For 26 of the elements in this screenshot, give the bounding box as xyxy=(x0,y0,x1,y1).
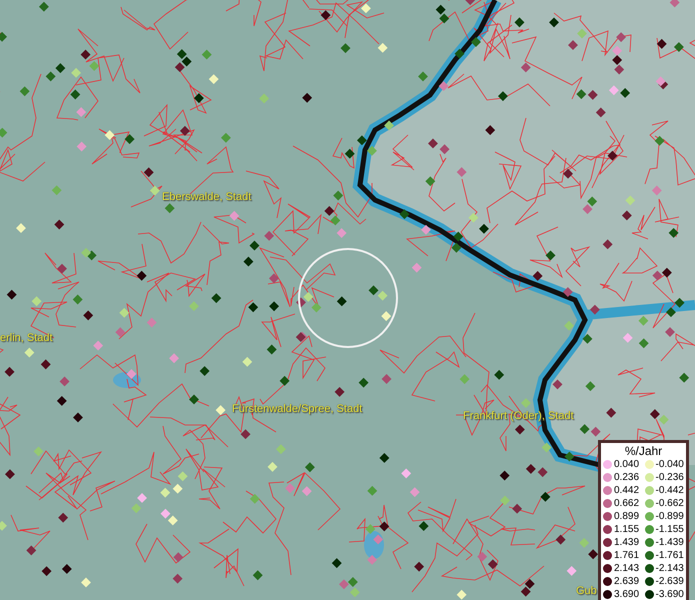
city-label: Eberswalde, Stadt xyxy=(162,191,252,203)
legend-value: 1.155 xyxy=(614,523,640,536)
legend-value: -2.143 xyxy=(656,562,684,575)
legend-value: -1.439 xyxy=(656,536,684,549)
legend-value: 2.143 xyxy=(614,562,640,575)
legend-value: -0.040 xyxy=(656,458,684,471)
legend-value: 2.639 xyxy=(614,575,640,588)
legend-value: -3.690 xyxy=(656,588,684,600)
legend-value: 0.442 xyxy=(614,484,640,497)
legend-value: 0.040 xyxy=(614,458,640,471)
legend-value: 1.761 xyxy=(614,549,640,562)
city-label: erlin, Stadt xyxy=(0,332,53,344)
legend-value: -0.236 xyxy=(656,471,684,484)
legend-value: 0.899 xyxy=(614,510,640,523)
legend-value: -0.442 xyxy=(656,484,684,497)
legend-value: -1.761 xyxy=(656,549,684,562)
legend-value: -0.662 xyxy=(656,497,684,510)
legend-value: -1.155 xyxy=(656,523,684,536)
legend-title: %/Jahr xyxy=(624,444,664,458)
legend-value: 1.439 xyxy=(614,536,640,549)
legend-value: 3.690 xyxy=(614,588,640,600)
legend-value: 0.236 xyxy=(614,471,640,484)
legend-value: -2.639 xyxy=(656,575,684,588)
legend-value: -0.899 xyxy=(656,510,684,523)
legend-value: 0.662 xyxy=(614,497,640,510)
city-label: Gub xyxy=(576,585,597,597)
